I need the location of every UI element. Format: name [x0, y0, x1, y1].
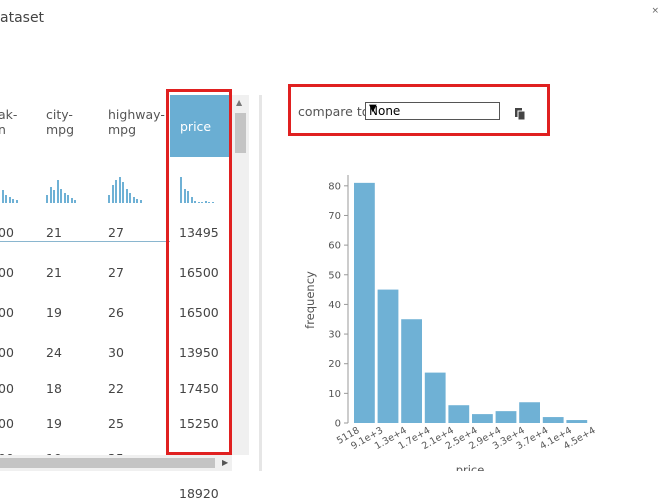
compare-toolbar-highlight: [288, 84, 550, 136]
table-cell: 26: [108, 305, 124, 320]
mini-hist-bar: [63, 192, 66, 203]
table-cell: 24: [46, 345, 62, 360]
table-cell: 25: [108, 416, 124, 431]
column-city-mpg[interactable]: city- mpg2121192418191919: [46, 85, 106, 471]
mini-hist-bar: [122, 182, 124, 203]
y-tick-label: 80: [328, 181, 341, 192]
mini-histogram: [108, 173, 168, 203]
table-cell: 27: [108, 265, 124, 280]
histogram-bar: [472, 414, 493, 423]
horizontal-scrollbar[interactable]: ▶: [0, 455, 232, 471]
mini-hist-bar: [5, 195, 7, 203]
mini-hist-bar: [139, 200, 142, 203]
table-cell: 00: [0, 381, 14, 396]
scroll-right-icon[interactable]: ▶: [222, 458, 228, 467]
mini-hist-bar: [108, 195, 110, 203]
y-tick-label: 40: [328, 300, 341, 311]
table-cell: 22: [108, 381, 124, 396]
mini-hist-bar: [67, 195, 69, 203]
histogram-bar: [401, 319, 422, 423]
mini-hist-bar: [125, 188, 128, 203]
mini-hist-bar: [74, 200, 76, 203]
table-cell: 19: [46, 416, 62, 431]
mini-hist-bar: [1, 190, 4, 203]
panel-divider[interactable]: [259, 95, 262, 471]
y-tick-label: 30: [328, 330, 341, 341]
price-column-highlight: [166, 89, 232, 455]
y-tick-label: 20: [328, 359, 341, 370]
table-cell: 21: [46, 265, 62, 280]
close-icon[interactable]: ×: [651, 6, 659, 16]
histogram-bar: [424, 372, 446, 423]
column-header[interactable]: highway- mpg: [108, 107, 165, 137]
column-header[interactable]: city- mpg: [46, 107, 74, 137]
y-tick-label: 50: [328, 270, 341, 281]
histogram-bar: [566, 420, 588, 423]
mini-hist-bar: [46, 195, 48, 203]
histogram-bar: [354, 182, 375, 423]
vertical-scrollbar[interactable]: ▲: [232, 95, 249, 455]
column-peak-rpm[interactable]: ak- n0000000000000000: [0, 85, 38, 471]
mini-hist-bar: [49, 187, 52, 203]
histogram-bar: [542, 417, 564, 423]
scroll-up-icon[interactable]: ▲: [236, 98, 242, 107]
mini-hist-bar: [115, 179, 117, 203]
mini-hist-bar: [70, 197, 73, 203]
vertical-scroll-thumb[interactable]: [235, 113, 246, 153]
mini-hist-bar: [111, 184, 114, 203]
x-axis-label: price: [456, 463, 485, 471]
mini-hist-bar: [53, 190, 55, 203]
table-cell: 30: [108, 345, 124, 360]
mini-hist-bar: [15, 200, 18, 203]
y-tick-label: 0: [335, 419, 341, 430]
histogram-bar: [377, 289, 399, 423]
table-cell: 18: [46, 381, 62, 396]
column-header[interactable]: ak- n: [0, 107, 17, 137]
mini-hist-bar: [129, 192, 131, 203]
mini-hist-bar: [136, 199, 138, 203]
y-tick-label: 70: [328, 211, 341, 222]
price-histogram-chart: 01020304050607080frequency51189.1e+31.3e…: [303, 175, 598, 471]
mini-hist-bar: [132, 196, 135, 203]
table-cell: 00: [0, 305, 14, 320]
price-cell: 18920: [179, 486, 219, 501]
table-cell: 00: [0, 225, 14, 240]
histogram-bar: [519, 402, 540, 423]
table-cell: 27: [108, 225, 124, 240]
mini-histogram: [46, 173, 106, 203]
y-tick-label: 60: [328, 241, 341, 252]
table-cell: 21: [46, 225, 62, 240]
column-highway-mpg[interactable]: highway- mpg2727263022252525: [108, 85, 170, 471]
mini-hist-bar: [118, 177, 121, 203]
mini-hist-bar: [8, 196, 11, 203]
table-cell: 00: [0, 345, 14, 360]
y-axis-label: frequency: [303, 271, 317, 329]
table-cell: 00: [0, 265, 14, 280]
mini-hist-bar: [12, 199, 14, 203]
horizontal-scroll-thumb[interactable]: [0, 458, 215, 468]
mini-hist-bar: [56, 179, 59, 203]
table-cell: 00: [0, 416, 14, 431]
histogram-bar: [448, 405, 470, 423]
y-tick-label: 10: [328, 389, 341, 400]
window-title: ataset: [0, 10, 45, 26]
histogram-bar: [495, 411, 517, 423]
table-cell: 19: [46, 305, 62, 320]
mini-hist-bar: [60, 188, 62, 203]
